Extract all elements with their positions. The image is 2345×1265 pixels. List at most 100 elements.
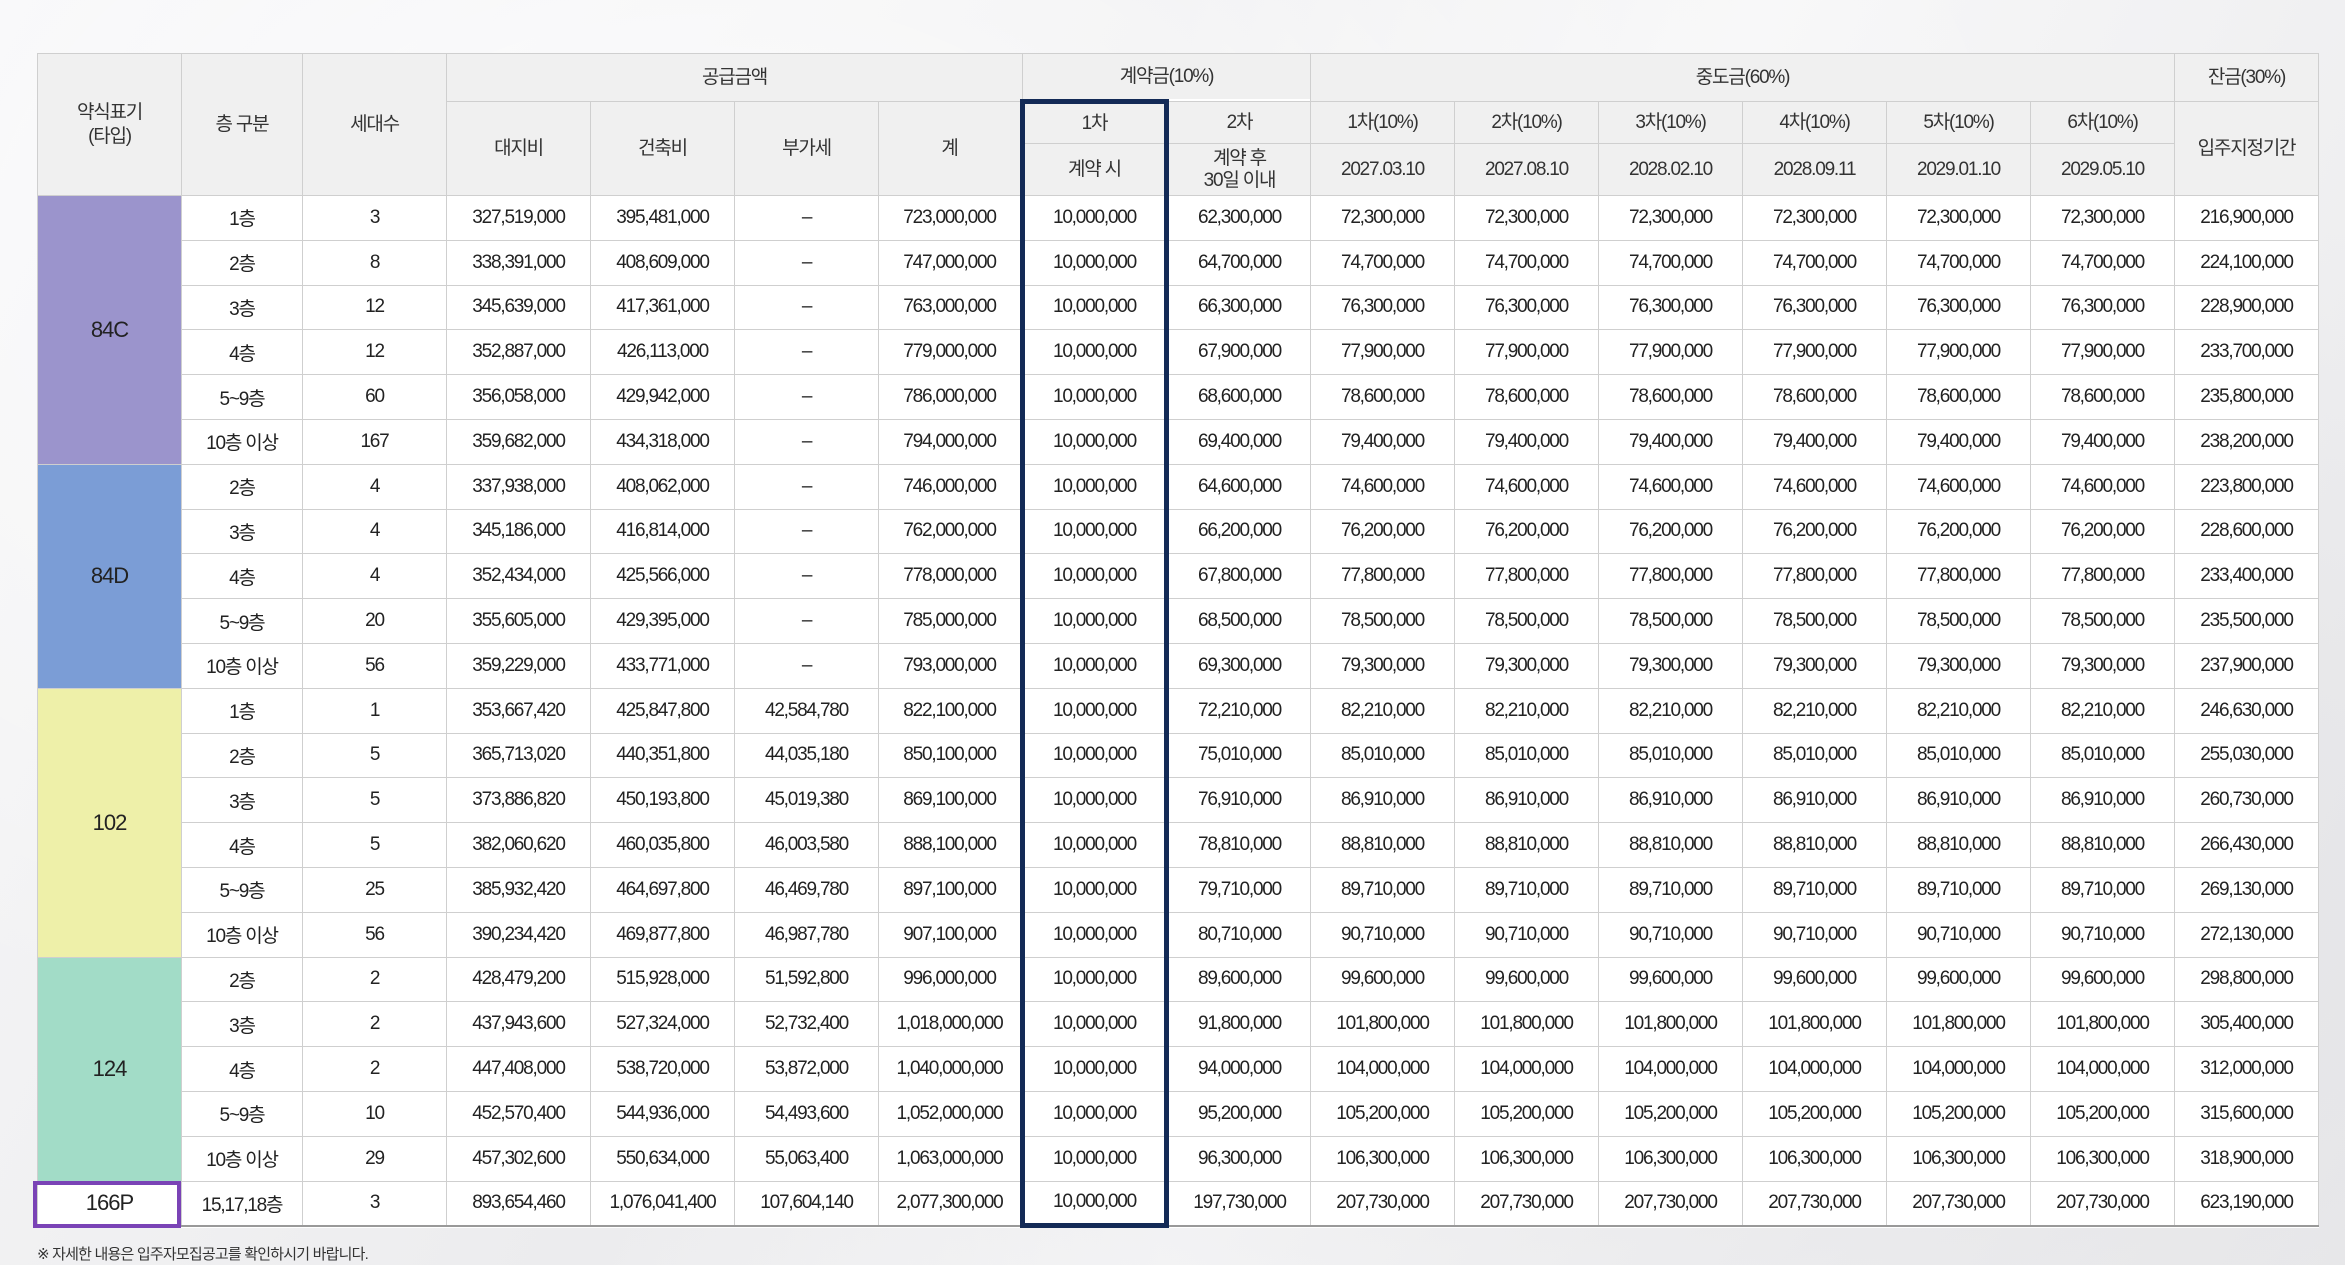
build-cost-cell: 426,113,000 [590, 329, 735, 376]
units-cell: 167 [302, 418, 447, 465]
land-cost-cell: 457,302,600 [446, 1135, 591, 1182]
deposit-1-cell: 10,000,000 [1020, 508, 1169, 555]
middle-payment-1-cell: 76,200,000 [1310, 508, 1455, 555]
middle-payment-3-cell: 85,010,000 [1598, 732, 1743, 779]
build-cost-cell: 425,847,800 [590, 687, 735, 734]
middle-payment-1-cell: 74,700,000 [1310, 239, 1455, 286]
middle-payment-5-cell: 79,300,000 [1886, 642, 2031, 689]
units-cell: 2 [302, 1046, 447, 1092]
middle-payment-6-cell: 74,600,000 [2030, 463, 2175, 510]
total-cell: 786,000,000 [878, 374, 1023, 420]
middle-payment-5-cell: 101,800,000 [1886, 1001, 2031, 1048]
middle-payment-6-cell: 79,300,000 [2030, 642, 2175, 689]
middle-payment-4-cell: 99,600,000 [1742, 956, 1887, 1003]
middle-payment-1-cell: 105,200,000 [1310, 1090, 1455, 1137]
middle-payment-4-cell: 106,300,000 [1742, 1135, 1887, 1182]
deposit-1-cell: 10,000,000 [1020, 1046, 1169, 1092]
land-cost-cell: 365,713,020 [446, 732, 591, 779]
middle-payment-3-cell: 74,600,000 [1598, 463, 1743, 510]
table-row: 84D 2층 4 337,938,000 408,062,000–746,000,000… [37, 463, 2319, 689]
type-cell: 84C [37, 195, 182, 465]
middle-payment-6-cell: 99,600,000 [2030, 956, 2175, 1003]
units-cell: 60 [302, 374, 447, 420]
land-cost-cell: 437,943,600 [446, 1001, 591, 1048]
middle-payment-3-cell: 79,300,000 [1598, 642, 1743, 689]
land-cost-cell: 352,887,000 [446, 329, 591, 376]
floor-cell: 3층 [181, 284, 303, 331]
header-units: 세대수 [302, 53, 447, 196]
middle-payment-4-cell: 104,000,000 [1742, 1046, 1887, 1092]
header-deposit-2: 2차 [1166, 101, 1311, 144]
vat-cell: 55,063,400 [734, 1135, 879, 1182]
units-cell: 5 [302, 777, 447, 824]
header-middle-2: 2차(10%) [1454, 101, 1599, 144]
total-cell: 779,000,000 [878, 329, 1023, 376]
build-cost-cell: 515,928,000 [590, 956, 735, 1003]
land-cost-cell: 337,938,000 [446, 463, 591, 510]
vat-cell: – [734, 418, 879, 465]
floor-cell: 10층 이상 [181, 418, 303, 465]
header-land-cost: 대지비 [446, 101, 591, 196]
total-cell: 888,100,000 [878, 822, 1023, 868]
build-cost-cell: 460,035,800 [590, 822, 735, 868]
type-cell: 166P [37, 1180, 182, 1227]
middle-payment-3-cell: 88,810,000 [1598, 822, 1743, 868]
middle-payment-3-cell: 76,300,000 [1598, 284, 1743, 331]
build-cost-cell: 527,324,000 [590, 1001, 735, 1048]
table-row: 2층 5 365,713,020 440,351,800 44,035,180 850,1… [38, 732, 2319, 779]
middle-payment-3-cell: 77,800,000 [1598, 553, 1743, 600]
middle-payment-1-cell: 88,810,000 [1310, 822, 1455, 868]
middle-payment-4-cell: 79,400,000 [1742, 418, 1887, 465]
middle-payment-6-cell: 105,200,000 [2030, 1090, 2175, 1137]
deposit-1-cell: 10,000,000 [1020, 956, 1169, 1003]
table-body: 84C 1층 3 327,519,000 395,481,000–723,000,000… [37, 195, 2319, 1229]
middle-payment-2-cell: 74,600,000 [1454, 463, 1599, 510]
vat-cell: – [734, 642, 879, 689]
middle-payment-5-cell: 106,300,000 [1886, 1135, 2031, 1182]
deposit-2-cell: 76,910,000 [1166, 777, 1311, 824]
units-cell: 2 [302, 956, 447, 1003]
deposit-2-cell: 69,300,000 [1166, 642, 1311, 689]
vat-cell: 52,732,400 [734, 1001, 879, 1048]
middle-payment-5-cell: 207,730,000 [1886, 1180, 2031, 1227]
middle-payment-2-cell: 86,910,000 [1454, 777, 1599, 824]
header-middle-4: 4차(10%) [1742, 101, 1887, 144]
middle-payment-4-cell: 207,730,000 [1742, 1180, 1887, 1227]
middle-payment-2-cell: 78,500,000 [1454, 598, 1599, 644]
supply-price-table: 약식표기 (타입) 층 구분 세대수 공급금액 계약금(10%) 중도금(60%… [37, 53, 2319, 1229]
total-cell: 785,000,000 [878, 598, 1023, 644]
middle-payment-5-cell: 88,810,000 [1886, 822, 2031, 868]
middle-payment-6-cell: 76,300,000 [2030, 284, 2175, 331]
deposit-1-cell: 10,000,000 [1020, 1135, 1169, 1182]
table-row: 4층 12 352,887,000 426,113,000–779,000,000 10… [38, 329, 2319, 376]
table-row: 10층 이상 167 359,682,000 434,318,000–794,000,… [38, 418, 2319, 465]
deposit-1-cell: 10,000,000 [1020, 284, 1169, 331]
deposit-2-cell: 79,710,000 [1166, 866, 1311, 913]
floor-cell: 4층 [181, 822, 303, 868]
deposit-1-cell: 10,000,000 [1020, 911, 1169, 958]
middle-payment-1-cell: 99,600,000 [1310, 956, 1455, 1003]
land-cost-cell: 338,391,000 [446, 239, 591, 286]
table-row: 102 1층 1 353,667,420 425,847,800 42,584,780 82… [37, 687, 2319, 958]
deposit-2-cell: 66,200,000 [1166, 508, 1311, 555]
total-cell: 822,100,000 [878, 687, 1023, 734]
type-cell: 124 [37, 956, 182, 1182]
header-floor: 층 구분 [181, 53, 303, 196]
units-cell: 2 [302, 1001, 447, 1048]
middle-payment-2-cell: 78,600,000 [1454, 374, 1599, 420]
deposit-2-cell: 68,500,000 [1166, 598, 1311, 644]
middle-payment-5-cell: 77,900,000 [1886, 329, 2031, 376]
deposit-2-cell: 96,300,000 [1166, 1135, 1311, 1182]
middle-payment-1-cell: 77,900,000 [1310, 329, 1455, 376]
build-cost-cell: 408,062,000 [590, 463, 735, 510]
middle-payment-2-cell: 106,300,000 [1454, 1135, 1599, 1182]
floor-cell: 4층 [181, 329, 303, 376]
middle-payment-4-cell: 77,900,000 [1742, 329, 1887, 376]
build-cost-cell: 429,395,000 [590, 598, 735, 644]
middle-payment-2-cell: 88,810,000 [1454, 822, 1599, 868]
deposit-2-cell: 64,700,000 [1166, 239, 1311, 286]
vat-cell: 46,469,780 [734, 866, 879, 913]
land-cost-cell: 452,570,400 [446, 1090, 591, 1137]
middle-payment-4-cell: 74,700,000 [1742, 239, 1887, 286]
middle-payment-1-cell: 101,800,000 [1310, 1001, 1455, 1048]
